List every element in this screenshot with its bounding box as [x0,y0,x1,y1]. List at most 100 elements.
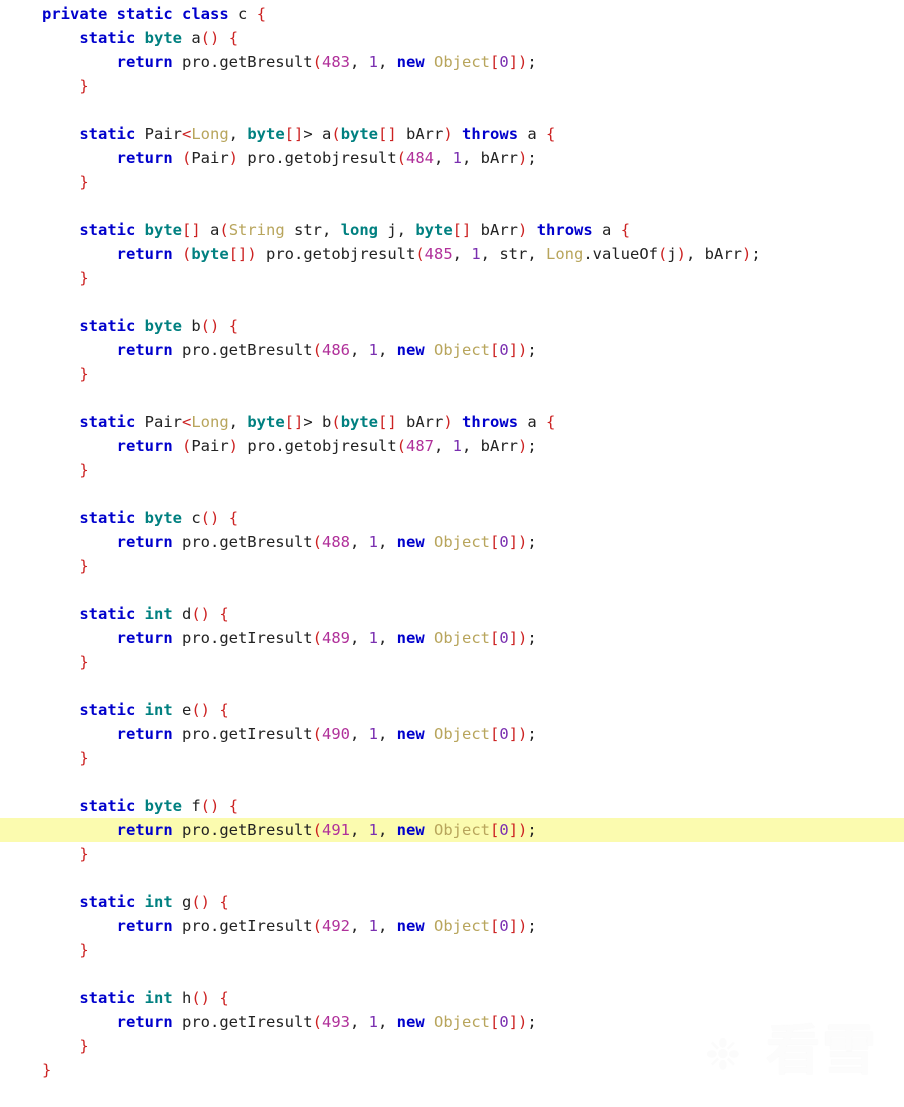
code-token-plain: ; [527,1013,537,1031]
code-line[interactable] [0,482,904,506]
code-line[interactable]: return pro.getBresult(491, 1, new Object… [0,818,904,842]
code-token-plain: , [228,413,248,431]
code-line[interactable] [0,866,904,890]
code-line[interactable]: return pro.getIresult(489, 1, new Object… [0,626,904,650]
code-line[interactable]: return (Pair) pro.getobjresult(484, 1, b… [0,146,904,170]
code-token-punc: [ [490,53,500,71]
code-token-punc: () [200,317,220,335]
code-token-punc: ( [312,533,322,551]
code-line[interactable] [0,674,904,698]
code-line[interactable]: return pro.getIresult(493, 1, new Object… [0,1010,904,1034]
code-line[interactable]: static Pair<Long, byte[]> b(byte[] bArr)… [0,410,904,434]
code-token-cls: Object [434,1013,491,1031]
code-line[interactable] [0,386,904,410]
code-token-punc: () [200,797,220,815]
code-token-type: byte [247,413,285,431]
code-token-punc: } [79,77,89,95]
code-line[interactable]: } [0,1058,904,1082]
code-line[interactable] [0,578,904,602]
code-line[interactable]: return pro.getBresult(486, 1, new Object… [0,338,904,362]
code-token-plain: , [349,821,369,839]
code-line[interactable]: return pro.getBresult(483, 1, new Object… [0,50,904,74]
code-line[interactable] [0,770,904,794]
code-line[interactable]: } [0,74,904,98]
code-line[interactable]: static int h() { [0,986,904,1010]
code-token-cls: Long [546,245,584,263]
code-token-kw: new [396,629,425,647]
code-line[interactable]: return pro.getBresult(488, 1, new Object… [0,530,904,554]
code-token-plain: , [378,917,397,935]
code-token-num2: 0 [499,53,509,71]
code-line[interactable]: static byte c() { [0,506,904,530]
code-token-kw: return [116,629,173,647]
code-line[interactable]: static byte f() { [0,794,904,818]
code-line[interactable]: } [0,842,904,866]
code-line[interactable]: } [0,266,904,290]
code-line[interactable]: return pro.getIresult(492, 1, new Object… [0,914,904,938]
code-token-plain: , [434,149,453,167]
source-code-viewer[interactable]: private static class c { static byte a()… [0,0,904,1107]
code-line[interactable]: private static class c { [0,2,904,26]
code-token-plain: pro.getobjresult [238,437,397,455]
code-line[interactable]: } [0,458,904,482]
code-line[interactable] [0,290,904,314]
code-line[interactable]: static int e() { [0,698,904,722]
code-line[interactable]: static Pair<Long, byte[]> a(byte[] bArr)… [0,122,904,146]
code-token-plain: , bArr [462,149,519,167]
code-line[interactable]: static byte b() { [0,314,904,338]
code-token-punc: () [200,29,220,47]
code-line[interactable]: static byte[] a(String str, long j, byte… [0,218,904,242]
code-token-num2: 0 [499,821,509,839]
code-token-num2: 0 [499,1013,509,1031]
code-line[interactable]: static byte a() { [0,26,904,50]
code-line[interactable]: return (byte[]) pro.getobjresult(485, 1,… [0,242,904,266]
code-token-punc: [] [452,221,472,239]
code-token-punc: ) [228,149,239,167]
code-token-type: long [340,221,379,239]
code-token-num2: 1 [368,725,378,743]
code-token-plain: a [592,221,621,239]
code-line[interactable]: } [0,362,904,386]
code-token-punc: } [42,1061,52,1079]
code-token-cls: Object [434,533,491,551]
code-line[interactable]: static int d() { [0,602,904,626]
code-line[interactable]: } [0,746,904,770]
code-line[interactable]: } [0,650,904,674]
code-token-plain: .valueOf [583,245,658,263]
code-line[interactable]: } [0,170,904,194]
code-line[interactable]: return pro.getIresult(490, 1, new Object… [0,722,904,746]
code-token-type: byte [247,125,285,143]
code-token-type: int [144,701,173,719]
code-token-kw: static [79,317,136,335]
code-line[interactable]: return (Pair) pro.getobjresult(487, 1, b… [0,434,904,458]
code-line[interactable]: } [0,554,904,578]
code-line[interactable]: static int g() { [0,890,904,914]
code-token-type: byte [144,29,182,47]
code-token-kw: new [396,917,425,935]
code-token-num2: 1 [452,149,463,167]
code-token-kw: new [396,533,425,551]
code-line[interactable]: } [0,1034,904,1058]
code-token-plain: , [349,341,369,359]
code-token-punc: () [200,509,220,527]
code-line[interactable] [0,962,904,986]
code-line[interactable] [0,194,904,218]
code-line[interactable] [0,98,904,122]
code-token-kw: throws [462,125,519,143]
code-token-punc: { [256,5,267,23]
code-line[interactable]: } [0,938,904,962]
code-token-punc: ( [312,53,322,71]
